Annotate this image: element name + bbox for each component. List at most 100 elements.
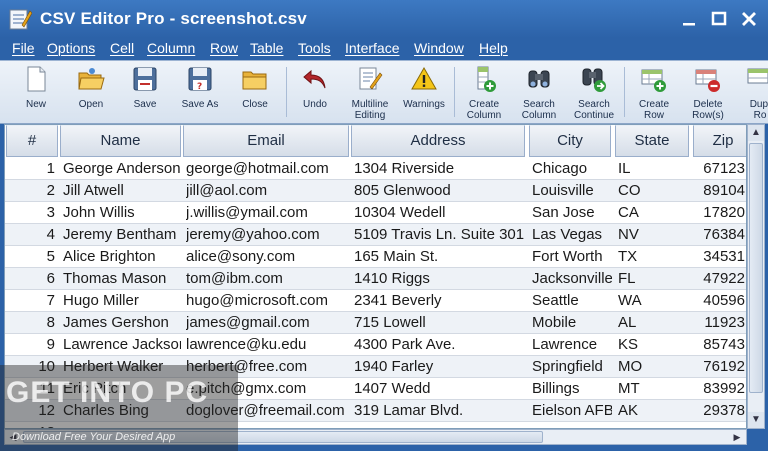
menu-help[interactable]: Help <box>479 40 508 56</box>
cell-address[interactable] <box>354 422 526 428</box>
table-row[interactable]: 2 Jill Atwell jill@aol.com 805 Glenwood Loui… <box>5 180 746 202</box>
cell-zip[interactable]: 85743 <box>693 334 745 356</box>
cell-address[interactable]: 319 Lamar Blvd. <box>354 400 526 422</box>
menu-cell[interactable]: Cell <box>110 40 134 56</box>
cell-index[interactable]: 8 <box>9 312 55 334</box>
column-header-name[interactable]: Name <box>60 125 181 157</box>
cell-address[interactable]: 5109 Travis Ln. Suite 301 <box>354 224 526 246</box>
column-header-zip[interactable]: Zip <box>693 125 746 157</box>
maximize-button[interactable] <box>706 6 732 32</box>
cell-state[interactable]: CO <box>618 180 688 202</box>
multiline-editing-button[interactable]: Multiline Editing <box>346 61 394 123</box>
table-row[interactable]: 7 Hugo Miller hugo@microsoft.com 2341 Bever… <box>5 290 746 312</box>
cell-email[interactable]: lawrence@ku.edu <box>186 334 349 356</box>
create-row-button[interactable]: Create Row <box>630 61 678 123</box>
cell-address[interactable]: 2341 Beverly <box>354 290 526 312</box>
cell-state[interactable]: AK <box>618 400 688 422</box>
cell-index[interactable]: 6 <box>9 268 55 290</box>
close-window-button[interactable] <box>736 6 762 32</box>
vertical-scroll-thumb[interactable] <box>749 143 763 393</box>
cell-name[interactable]: Lawrence Jackson <box>63 334 181 356</box>
menu-table[interactable]: Table <box>250 40 283 56</box>
cell-zip[interactable] <box>693 422 745 428</box>
cell-index[interactable]: 2 <box>9 180 55 202</box>
cell-address[interactable]: 1940 Farley <box>354 356 526 378</box>
table-row[interactable]: 4 Jeremy Bentham jeremy@yahoo.com 5109 Trav… <box>5 224 746 246</box>
cell-state[interactable]: AL <box>618 312 688 334</box>
cell-zip[interactable]: 17820 <box>693 202 745 224</box>
cell-state[interactable]: MO <box>618 356 688 378</box>
cell-state[interactable]: WA <box>618 290 688 312</box>
column-header-address[interactable]: Address <box>351 125 525 157</box>
cell-zip[interactable]: 11923 <box>693 312 745 334</box>
cell-state[interactable]: KS <box>618 334 688 356</box>
cell-address[interactable]: 1407 Wedd <box>354 378 526 400</box>
cell-city[interactable]: Seattle <box>532 290 612 312</box>
cell-index[interactable]: 7 <box>9 290 55 312</box>
search-continue-button[interactable]: Search Continue <box>568 61 620 123</box>
cell-address[interactable]: 10304 Wedell <box>354 202 526 224</box>
cell-zip[interactable]: 76384 <box>693 224 745 246</box>
menu-file[interactable]: File <box>12 40 35 56</box>
search-column-button[interactable]: Search Column <box>514 61 564 123</box>
undo-button[interactable]: Undo <box>292 61 338 123</box>
cell-email[interactable]: jill@aol.com <box>186 180 349 202</box>
table-row[interactable]: 6 Thomas Mason tom@ibm.com 1410 Riggs Jackso… <box>5 268 746 290</box>
cell-address[interactable]: 165 Main St. <box>354 246 526 268</box>
cell-zip[interactable]: 83992 <box>693 378 745 400</box>
cell-address[interactable]: 1304 Riverside <box>354 158 526 180</box>
cell-email[interactable]: george@hotmail.com <box>186 158 349 180</box>
cell-email[interactable]: jeremy@yahoo.com <box>186 224 349 246</box>
cell-city[interactable] <box>532 422 612 428</box>
create-column-button[interactable]: Create Column <box>460 61 508 123</box>
delete-rows-button[interactable]: Delete Row(s) <box>684 61 732 123</box>
warnings-button[interactable]: Warnings <box>400 61 448 123</box>
save-button[interactable]: Save <box>122 61 168 123</box>
cell-name[interactable]: Jeremy Bentham <box>63 224 181 246</box>
cell-email[interactable]: alice@sony.com <box>186 246 349 268</box>
cell-index[interactable]: 3 <box>9 202 55 224</box>
cell-zip[interactable]: 67123 <box>693 158 745 180</box>
menu-interface[interactable]: Interface <box>345 40 399 56</box>
cell-state[interactable] <box>618 422 688 428</box>
cell-name[interactable]: John Willis <box>63 202 181 224</box>
cell-zip[interactable]: 40596 <box>693 290 745 312</box>
cell-index[interactable]: 1 <box>9 158 55 180</box>
cell-zip[interactable]: 34531 <box>693 246 745 268</box>
minimize-button[interactable] <box>676 6 702 32</box>
duplicate-row-button[interactable]: Dupl Ro <box>738 61 768 123</box>
cell-city[interactable]: Springfield <box>532 356 612 378</box>
open-button[interactable]: Open <box>68 61 114 123</box>
scroll-down-arrow-icon[interactable]: ▼ <box>748 412 764 428</box>
cell-name[interactable]: Jill Atwell <box>63 180 181 202</box>
cell-city[interactable]: Mobile <box>532 312 612 334</box>
vertical-scrollbar[interactable]: ▲ ▼ <box>747 124 765 429</box>
cell-state[interactable]: IL <box>618 158 688 180</box>
cell-city[interactable]: Chicago <box>532 158 612 180</box>
new-button[interactable]: New <box>14 61 58 123</box>
cell-zip[interactable]: 76192 <box>693 356 745 378</box>
cell-city[interactable]: Eielson AFB <box>532 400 612 422</box>
cell-city[interactable]: Las Vegas <box>532 224 612 246</box>
menu-column[interactable]: Column <box>147 40 195 56</box>
column-header-index[interactable]: # <box>6 125 58 157</box>
table-row[interactable]: 3 John Willis j.willis@ymail.com 10304 Wede… <box>5 202 746 224</box>
cell-state[interactable]: NV <box>618 224 688 246</box>
cell-name[interactable]: James Gershon <box>63 312 181 334</box>
save-as-button[interactable]: ? Save As <box>176 61 224 123</box>
cell-email[interactable]: james@gmail.com <box>186 312 349 334</box>
table-row[interactable]: 1 George Anderson george@hotmail.com 1304 R… <box>5 158 746 180</box>
cell-city[interactable]: Lawrence <box>532 334 612 356</box>
title-bar[interactable]: CSV Editor Pro - screenshot.csv <box>0 0 768 38</box>
cell-name[interactable]: Thomas Mason <box>63 268 181 290</box>
cell-zip[interactable]: 47922 <box>693 268 745 290</box>
menu-window[interactable]: Window <box>414 40 464 56</box>
menu-options[interactable]: Options <box>47 40 95 56</box>
cell-state[interactable]: FL <box>618 268 688 290</box>
cell-email[interactable]: tom@ibm.com <box>186 268 349 290</box>
cell-state[interactable]: CA <box>618 202 688 224</box>
column-header-email[interactable]: Email <box>183 125 349 157</box>
table-row[interactable]: 8 James Gershon james@gmail.com 715 Lowell M… <box>5 312 746 334</box>
table-row[interactable]: 5 Alice Brighton alice@sony.com 165 Main St… <box>5 246 746 268</box>
cell-zip[interactable]: 89104 <box>693 180 745 202</box>
